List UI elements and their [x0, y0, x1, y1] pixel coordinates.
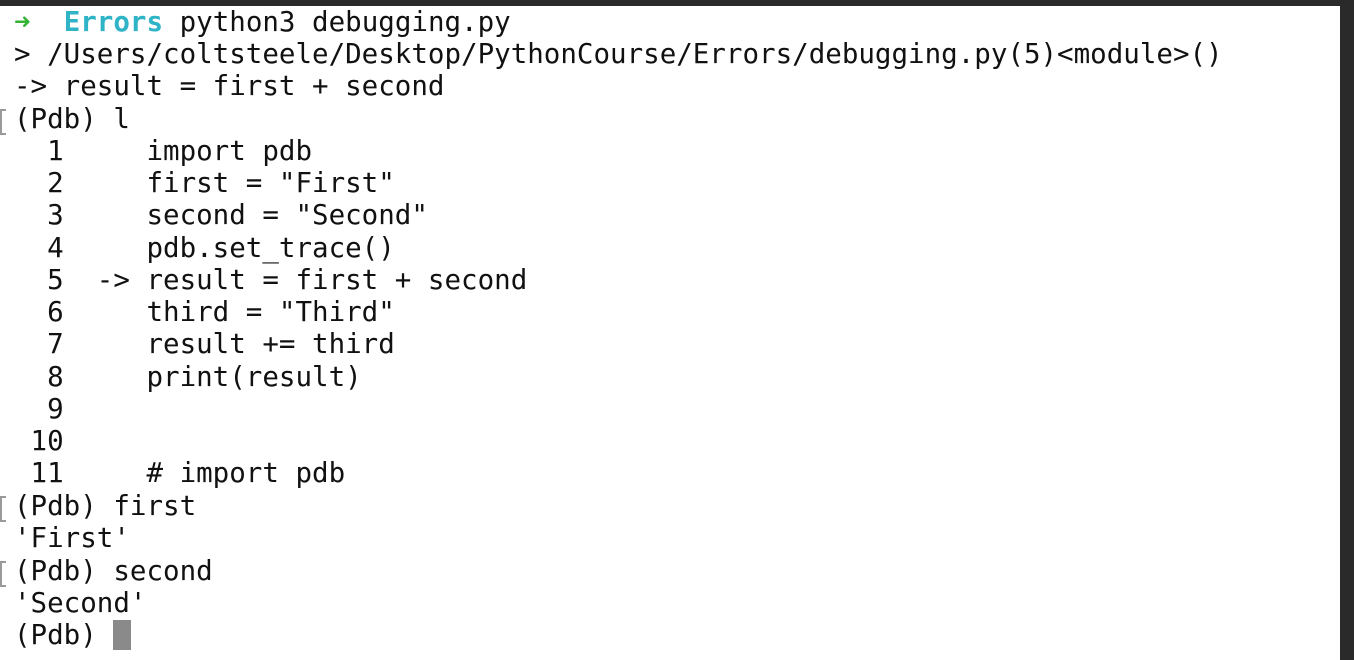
pdb-active-prompt[interactable]: (Pdb) — [14, 619, 132, 651]
listing-line-4: 4 pdb.set_trace() — [14, 232, 395, 264]
line-marker-bracket — [0, 109, 6, 135]
terminal-window[interactable]: ➜ Errors python3 debugging.py > /Users/c… — [0, 6, 1340, 660]
prompt-arrow-icon: ➜ — [14, 6, 31, 38]
listing-line-5: 5 -> result = first + second — [14, 264, 528, 296]
listing-line-8: 8 print(result) — [14, 361, 362, 393]
shell-command: python3 debugging.py — [179, 6, 511, 38]
pdb-input-second: (Pdb) second — [14, 555, 213, 587]
pdb-prompt-label: (Pdb) — [14, 619, 114, 651]
prompt-directory: Errors — [63, 6, 164, 38]
pdb-current-line: -> result = first + second — [14, 70, 445, 102]
listing-line-10: 10 — [14, 425, 64, 457]
pdb-output-first: 'First' — [14, 522, 130, 554]
pdb-output-second: 'Second' — [14, 587, 147, 619]
line-marker-bracket — [0, 496, 6, 522]
pdb-input-list: (Pdb) l — [14, 103, 130, 135]
listing-line-1: 1 import pdb — [14, 135, 313, 167]
listing-line-2: 2 first = "First" — [14, 167, 395, 199]
pdb-location-line: > /Users/coltsteele/Desktop/PythonCourse… — [14, 38, 1223, 70]
listing-line-9: 9 — [14, 393, 64, 425]
text-cursor — [113, 620, 132, 650]
listing-line-11: 11 # import pdb — [14, 457, 346, 489]
listing-line-7: 7 result += third — [14, 328, 395, 360]
pdb-input-first: (Pdb) first — [14, 490, 197, 522]
line-marker-bracket — [0, 561, 6, 587]
screen-frame: ➜ Errors python3 debugging.py > /Users/c… — [0, 0, 1354, 660]
listing-line-3: 3 second = "Second" — [14, 199, 428, 231]
shell-prompt-line: ➜ Errors python3 debugging.py — [14, 6, 511, 38]
listing-line-6: 6 third = "Third" — [14, 296, 395, 328]
